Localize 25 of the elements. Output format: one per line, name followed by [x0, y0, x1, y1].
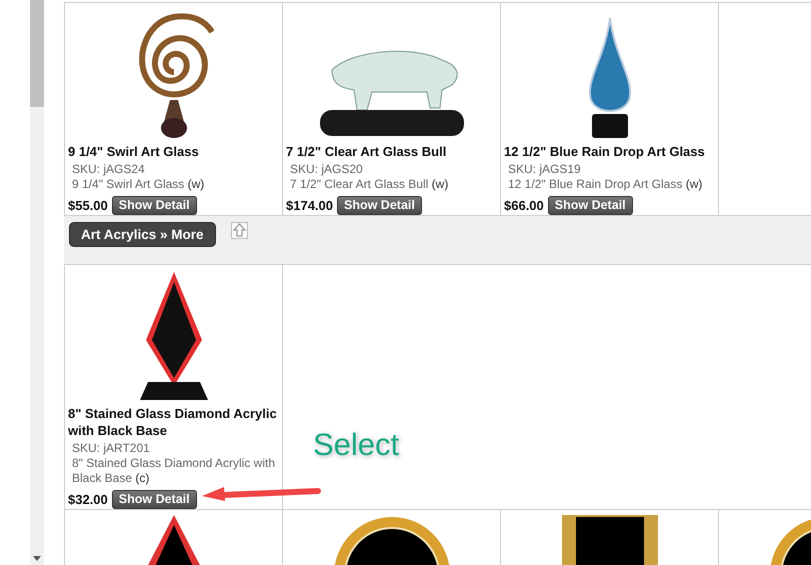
product-description: 8" Stained Glass Diamond Acrylic with Black Base (c) [71, 456, 276, 486]
product-title: 8" Stained Glass Diamond Acrylic with Black Base [68, 405, 278, 439]
scrollbar-thumb[interactable] [30, 0, 44, 107]
product-price: $174.00 [286, 198, 333, 213]
show-detail-button[interactable]: Show Detail [548, 196, 633, 215]
show-detail-button[interactable]: Show Detail [112, 490, 197, 509]
scroll-down-icon[interactable] [33, 556, 41, 561]
product-description: 12 1/2" Blue Rain Drop Art Glass (w) [507, 177, 704, 192]
product-sku: SKU: jAGS24 [71, 162, 146, 177]
category-more-button[interactable]: Art Acrylics » More [69, 222, 216, 247]
product-sku: SKU: jAGS19 [507, 162, 582, 177]
product-price: $32.00 [68, 492, 108, 507]
show-detail-button[interactable]: Show Detail [337, 196, 422, 215]
product-description: 9 1/4" Swirl Art Glass (w) [71, 177, 206, 192]
product-description: 7 1/2" Clear Art Glass Bull (w) [289, 177, 450, 192]
product-title: 12 1/2" Blue Rain Drop Art Glass [504, 143, 706, 160]
annotation-text: Select [313, 427, 400, 463]
product-price: $66.00 [504, 198, 544, 213]
product-title: 9 1/4" Swirl Art Glass [68, 143, 200, 160]
up-arrow-icon[interactable] [230, 222, 248, 239]
product-title: 7 1/2" Clear Art Glass Bull [286, 143, 448, 160]
product-price: $55.00 [68, 198, 108, 213]
product-sku: SKU: jART201 [71, 441, 151, 456]
product-sku: SKU: jAGS20 [289, 162, 364, 177]
show-detail-button[interactable]: Show Detail [112, 196, 197, 215]
